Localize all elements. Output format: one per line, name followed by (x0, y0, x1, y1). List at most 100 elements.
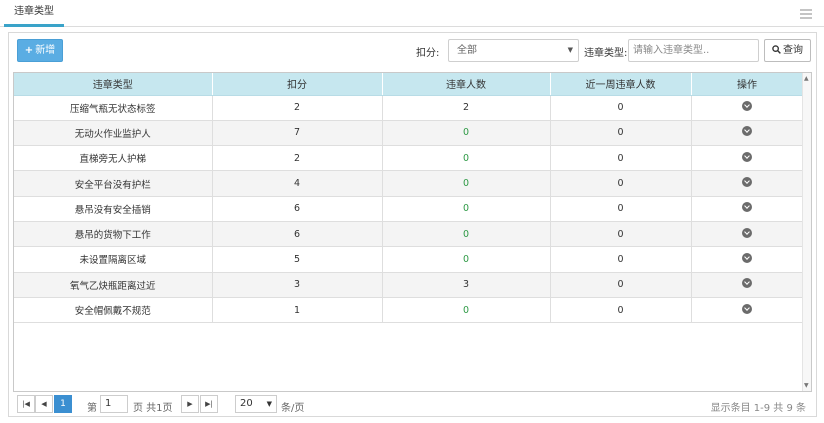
table-row[interactable]: 未设置隔离区域 5 0 0 (14, 246, 804, 273)
table-row[interactable]: 直梯旁无人护梯 2 0 0 (14, 145, 804, 172)
search-icon (772, 45, 781, 54)
score-filter-label: 扣分: (416, 48, 440, 59)
next-page-button[interactable]: ▶ (181, 395, 199, 413)
search-button-label: 查询 (783, 45, 803, 56)
column-header[interactable]: 操作 (691, 73, 804, 96)
cell-action (691, 221, 804, 248)
cell-week: 0 (550, 221, 692, 248)
score-select-value: 全部 (457, 45, 477, 56)
cell-action (691, 120, 804, 147)
cell-score: 5 (212, 246, 383, 273)
page-size-select[interactable]: 20 ▼ (235, 395, 277, 413)
page-number-button[interactable]: 1 (54, 395, 72, 413)
scroll-down-icon[interactable]: ▼ (804, 382, 809, 389)
column-header[interactable]: 违章人数 (382, 73, 551, 96)
prev-page-button[interactable]: ◀ (35, 395, 53, 413)
cell-count: 0 (382, 196, 551, 222)
table-row[interactable]: 悬吊没有安全插销 6 0 0 (14, 196, 804, 222)
pagination-bar: |◀ ◀ 1 第 1 页 共1页 ▶ ▶| 20 ▼ 条/页 显示条目 1-9 … (13, 392, 812, 416)
page-input[interactable]: 1 (100, 395, 128, 413)
page-size-value: 20 (240, 398, 253, 409)
cell-score: 6 (212, 196, 383, 222)
cell-type: 压缩气瓶无状态标签 (14, 95, 213, 121)
tab-bar: 违章类型 (0, 0, 824, 27)
hamburger-menu-icon[interactable] (800, 9, 812, 19)
cell-week: 0 (550, 95, 692, 121)
chevron-down-circle-icon[interactable] (742, 303, 752, 314)
cell-type: 安全平台没有护栏 (14, 170, 213, 197)
content-panel: + 新增 扣分: 全部 ▼ 违章类型: 请输入违章类型.. 查询 违章类型 扣分 … (8, 32, 817, 417)
first-page-button[interactable]: |◀ (17, 395, 35, 413)
column-header[interactable]: 近一周违章人数 (550, 73, 692, 96)
cell-count: 3 (382, 272, 551, 298)
cell-count: 0 (382, 170, 551, 197)
table-row[interactable]: 悬吊的货物下工作 6 0 0 (14, 221, 804, 248)
cell-count: 0 (382, 246, 551, 273)
chevron-down-circle-icon[interactable] (742, 101, 752, 112)
cell-count: 0 (382, 145, 551, 172)
cell-count: 0 (382, 297, 551, 324)
cell-score: 6 (212, 221, 383, 248)
cell-count: 0 (382, 120, 551, 147)
cell-action (691, 170, 804, 197)
cell-week: 0 (550, 145, 692, 172)
cell-action (691, 272, 804, 298)
plus-icon: + (24, 45, 34, 56)
tab-violation-type[interactable]: 违章类型 (4, 0, 64, 27)
cell-score: 7 (212, 120, 383, 147)
table-header-row: 违章类型 扣分 违章人数 近一周违章人数 操作 (14, 73, 804, 96)
cell-week: 0 (550, 120, 692, 147)
cell-action (691, 95, 804, 121)
chevron-down-circle-icon[interactable] (742, 177, 752, 188)
column-header[interactable]: 扣分 (212, 73, 383, 96)
type-filter-label: 违章类型: (584, 48, 628, 59)
cell-type: 氧气乙炔瓶距离过近 (14, 272, 213, 298)
cell-action (691, 145, 804, 172)
cell-week: 0 (550, 297, 692, 324)
add-button[interactable]: + 新增 (17, 39, 63, 62)
scroll-up-icon[interactable]: ▲ (804, 75, 809, 82)
table-row[interactable]: 氧气乙炔瓶距离过近 3 3 0 (14, 272, 804, 298)
cell-action (691, 196, 804, 222)
cell-week: 0 (550, 272, 692, 298)
cell-action (691, 246, 804, 273)
page-total-label: 页 共1页 (133, 403, 173, 414)
table-row[interactable]: 安全平台没有护栏 4 0 0 (14, 170, 804, 197)
cell-score: 2 (212, 145, 383, 172)
cell-week: 0 (550, 246, 692, 273)
table-row[interactable]: 压缩气瓶无状态标签 2 2 0 (14, 95, 804, 121)
cell-score: 2 (212, 95, 383, 121)
cell-type: 直梯旁无人护梯 (14, 145, 213, 172)
cell-type: 未设置隔离区域 (14, 246, 213, 273)
type-search-input[interactable]: 请输入违章类型.. (628, 39, 759, 62)
chevron-down-circle-icon[interactable] (742, 278, 752, 289)
column-header[interactable]: 违章类型 (14, 73, 213, 96)
cell-week: 0 (550, 170, 692, 197)
chevron-down-circle-icon[interactable] (742, 126, 752, 137)
cell-score: 1 (212, 297, 383, 324)
last-page-button[interactable]: ▶| (200, 395, 218, 413)
cell-count: 0 (382, 221, 551, 248)
add-button-label: 新增 (35, 45, 56, 56)
cell-count: 2 (382, 95, 551, 121)
table-row[interactable]: 无动火作业监护人 7 0 0 (14, 120, 804, 147)
violation-table: 违章类型 扣分 违章人数 近一周违章人数 操作 压缩气瓶无状态标签 2 2 0 … (14, 73, 804, 324)
chevron-down-circle-icon[interactable] (742, 227, 752, 238)
cell-score: 3 (212, 272, 383, 298)
caret-down-icon: ▼ (266, 400, 272, 408)
vertical-scrollbar[interactable]: ▲ ▼ (802, 73, 811, 391)
cell-type: 安全帽佩戴不规范 (14, 297, 213, 324)
cell-action (691, 297, 804, 324)
cell-score: 4 (212, 170, 383, 197)
search-button[interactable]: 查询 (764, 39, 811, 62)
chevron-down-circle-icon[interactable] (742, 202, 752, 213)
cell-type: 悬吊没有安全插销 (14, 196, 213, 222)
chevron-down-circle-icon[interactable] (742, 252, 752, 263)
page-prefix-label: 第 (87, 403, 97, 414)
score-select[interactable]: 全部 ▼ (448, 39, 579, 62)
cell-type: 悬吊的货物下工作 (14, 221, 213, 248)
table-row[interactable]: 安全帽佩戴不规范 1 0 0 (14, 297, 804, 324)
page-size-suffix: 条/页 (281, 403, 305, 414)
data-grid: 违章类型 扣分 违章人数 近一周违章人数 操作 压缩气瓶无状态标签 2 2 0 … (13, 72, 812, 392)
chevron-down-circle-icon[interactable] (742, 151, 752, 162)
